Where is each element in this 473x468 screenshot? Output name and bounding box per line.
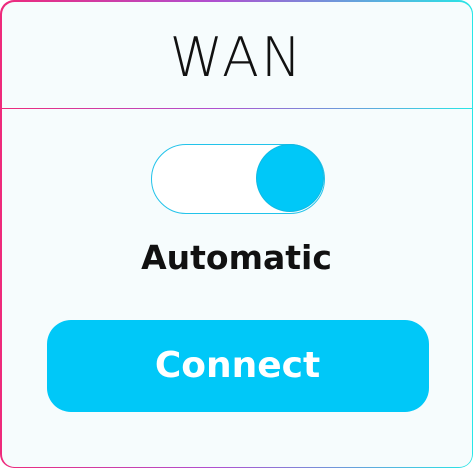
toggle-knob[interactable] [257, 145, 323, 211]
connect-button[interactable]: Connect [46, 319, 429, 412]
card-header: WAN [2, 2, 472, 108]
header-divider [1, 107, 472, 109]
panel-title: WAN [169, 26, 304, 89]
wan-card-body: WAN Automatic Connect [1, 1, 472, 467]
toggle-label: Automatic [141, 237, 332, 277]
automatic-toggle[interactable] [150, 143, 325, 214]
wan-card: WAN Automatic Connect [0, 0, 473, 468]
